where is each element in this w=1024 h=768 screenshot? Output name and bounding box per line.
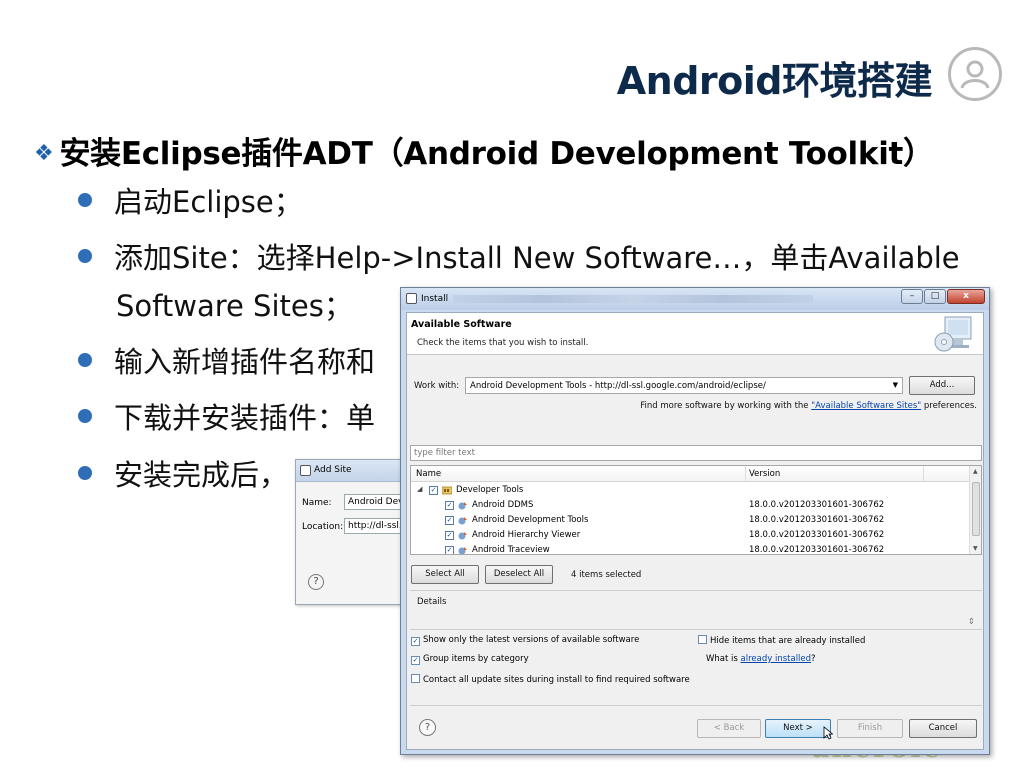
back-button[interactable]: < Back <box>697 719 761 738</box>
tree-row-android-hierarchy-viewer[interactable]: ✓ Android Hierarchy Viewer 18.0.0.v20120… <box>411 528 971 543</box>
column-version[interactable]: Version <box>749 469 780 479</box>
plugin-icon <box>458 517 467 525</box>
bullet-item: 启动Eclipse； <box>78 178 303 226</box>
background-toolbar <box>453 295 813 303</box>
install-cd-icon <box>934 316 972 352</box>
bullet-dot-icon <box>78 353 92 367</box>
checkbox-checked[interactable]: ✓ <box>445 501 454 510</box>
bullet-continuation: Software Sites； <box>116 289 353 323</box>
dropdown-arrow-icon: ▼ <box>892 381 898 389</box>
close-button[interactable]: x <box>947 289 985 304</box>
diamond-bullet-icon: ❖ <box>34 141 54 166</box>
software-tree: Name Version ◢ ✓ Developer Tools ✓ Andro… <box>410 465 982 555</box>
add-site-title: Add Site <box>314 465 352 475</box>
bullet-text: 添加Site：选择Help->Install New Software…，单击A… <box>114 241 960 275</box>
tree-item-version: 18.0.0.v201203301601-306762 <box>749 545 885 555</box>
location-label: Location: <box>302 522 344 532</box>
tree-row-android-traceview[interactable]: ✓ Android Traceview 18.0.0.v201203301601… <box>411 543 971 555</box>
bullet-text: 安装完成后， <box>114 458 289 492</box>
banner-title: Available Software <box>411 319 512 330</box>
eclipse-window-icon <box>406 293 417 304</box>
bullet-item: 添加Site：选择Help->Install New Software…，单击A… <box>78 234 960 282</box>
bullet-item: 输入新增插件名称和 <box>78 338 375 386</box>
tree-item-name: Android Development Tools <box>472 515 589 525</box>
install-title: Install <box>421 294 449 304</box>
plugin-icon <box>458 502 467 510</box>
tree-row-android-development-tools[interactable]: ✓ Android Development Tools 18.0.0.v2012… <box>411 513 971 528</box>
bullet-text: 启动Eclipse； <box>114 185 303 219</box>
bullet-dot-icon <box>78 409 92 423</box>
details-scroll-icon[interactable]: ⇕ <box>968 617 975 627</box>
tree-item-version: 18.0.0.v201203301601-306762 <box>749 530 885 540</box>
cancel-button[interactable]: Cancel <box>909 719 977 738</box>
bullet-dot-icon <box>78 193 92 207</box>
bullet-text: 下载并安装插件：单 <box>114 401 376 435</box>
tree-item-version: 18.0.0.v201203301601-306762 <box>749 515 885 525</box>
deselect-all-button[interactable]: Deselect All <box>485 565 553 584</box>
select-all-button[interactable]: Select All <box>411 565 479 584</box>
tree-item-name: Android Traceview <box>472 545 550 555</box>
tree-header: Name Version <box>411 466 981 482</box>
selected-count: 4 items selected <box>571 570 642 580</box>
bullet-dot-icon <box>78 249 92 263</box>
tree-item-name: Android Hierarchy Viewer <box>472 530 581 540</box>
help-button[interactable]: ? <box>308 574 324 590</box>
scroll-down-icon[interactable]: ▼ <box>973 545 978 552</box>
slide-title: Android环境搭建 <box>616 59 933 103</box>
tree-row-developer-tools[interactable]: ◢ ✓ Developer Tools <box>411 483 971 498</box>
checkbox-checked[interactable]: ✓ <box>445 516 454 525</box>
hide-installed-checkbox[interactable]: Hide items that are already installed <box>698 635 865 646</box>
details-label: Details <box>417 597 447 607</box>
work-with-label: Work with: <box>414 381 460 391</box>
bullet-item: 下载并安装插件：单 <box>78 394 375 442</box>
name-label: Name: <box>302 498 332 508</box>
install-titlebar[interactable]: Install – □ x <box>401 288 989 310</box>
install-dialog: Install – □ x Available Software Check t… <box>400 287 990 755</box>
available-software-sites-link[interactable]: "Available Software Sites" <box>811 401 921 411</box>
eclipse-window-icon <box>300 465 311 476</box>
work-with-value: Android Development Tools - http://dl-ss… <box>470 381 766 391</box>
group-by-category-checkbox[interactable]: ✓ Group items by category <box>411 654 529 665</box>
bullet-dot-icon <box>78 466 92 480</box>
what-is-installed-text: What is already installed? <box>706 654 816 664</box>
plugin-icon <box>458 532 467 540</box>
banner-subtitle: Check the items that you wish to install… <box>417 338 589 348</box>
collapse-arrow-icon[interactable]: ◢ <box>417 485 422 493</box>
finish-button[interactable]: Finish <box>837 719 903 738</box>
tree-scrollbar[interactable]: ▲ ▼ <box>969 466 981 554</box>
filter-input[interactable]: type filter text <box>410 445 982 461</box>
add-button[interactable]: Add... <box>909 376 975 395</box>
scrollbar-thumb[interactable] <box>972 482 980 536</box>
section-heading-text: 安装Eclipse插件ADT（Android Development Toolk… <box>59 136 934 172</box>
plugin-icon <box>458 547 467 554</box>
tree-item-version: 18.0.0.v201203301601-306762 <box>749 500 885 510</box>
tree-row-android-ddms[interactable]: ✓ Android DDMS 18.0.0.v201203301601-3067… <box>411 498 971 513</box>
section-heading: ❖ 安装Eclipse插件ADT（Android Development Tool… <box>34 128 934 173</box>
checkbox-checked[interactable]: ✓ <box>445 531 454 540</box>
mouse-cursor-icon <box>823 726 833 740</box>
wizard-banner: Available Software Check the items that … <box>407 313 983 355</box>
next-button[interactable]: Next > <box>765 719 831 738</box>
checkbox-checked[interactable]: ✓ <box>445 546 454 554</box>
work-with-dropdown[interactable]: Android Development Tools - http://dl-ss… <box>465 377 903 394</box>
column-name[interactable]: Name <box>416 469 441 479</box>
show-latest-checkbox[interactable]: ✓ Show only the latest versions of availa… <box>411 635 639 646</box>
bullet-item: 安装完成后， <box>78 451 288 499</box>
tree-item-name: Developer Tools <box>456 485 524 495</box>
scroll-up-icon[interactable]: ▲ <box>973 468 978 475</box>
category-icon <box>442 486 452 495</box>
user-logo-icon <box>948 47 1002 101</box>
checkbox-checked[interactable]: ✓ <box>429 486 438 495</box>
already-installed-link[interactable]: already installed <box>741 654 812 664</box>
bullet-text: 输入新增插件名称和 <box>114 345 376 379</box>
maximize-button[interactable]: □ <box>924 289 946 304</box>
find-more-text: Find more software by working with the "… <box>640 401 977 411</box>
help-button[interactable]: ? <box>419 719 436 736</box>
minimize-button[interactable]: – <box>901 289 923 304</box>
contact-sites-checkbox[interactable]: Contact all update sites during install … <box>411 674 690 685</box>
tree-item-name: Android DDMS <box>472 500 534 510</box>
